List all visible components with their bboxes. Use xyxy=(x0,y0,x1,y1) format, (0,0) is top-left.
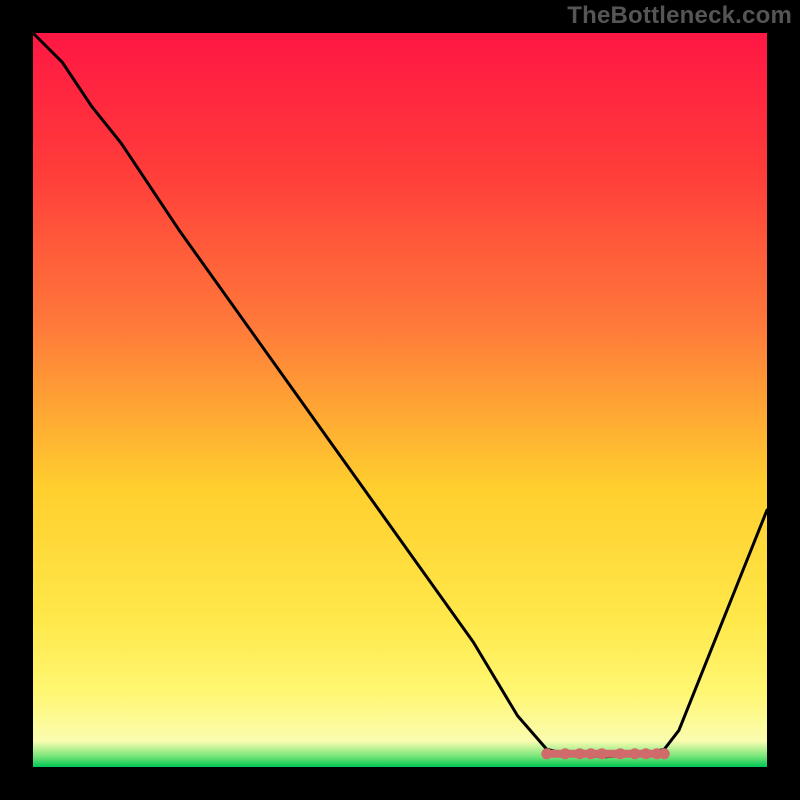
optimal-marker xyxy=(574,748,585,759)
chart-frame: TheBottleneck.com xyxy=(0,0,800,800)
optimal-marker xyxy=(659,748,670,759)
optimal-marker xyxy=(629,748,640,759)
optimal-marker xyxy=(585,748,596,759)
chart-svg xyxy=(0,0,800,800)
optimal-marker xyxy=(560,748,571,759)
optimal-marker xyxy=(596,748,607,759)
optimal-marker xyxy=(541,748,552,759)
watermark-text: TheBottleneck.com xyxy=(567,2,792,30)
plot-background xyxy=(33,33,767,767)
optimal-marker xyxy=(615,748,626,759)
optimal-marker xyxy=(640,748,651,759)
